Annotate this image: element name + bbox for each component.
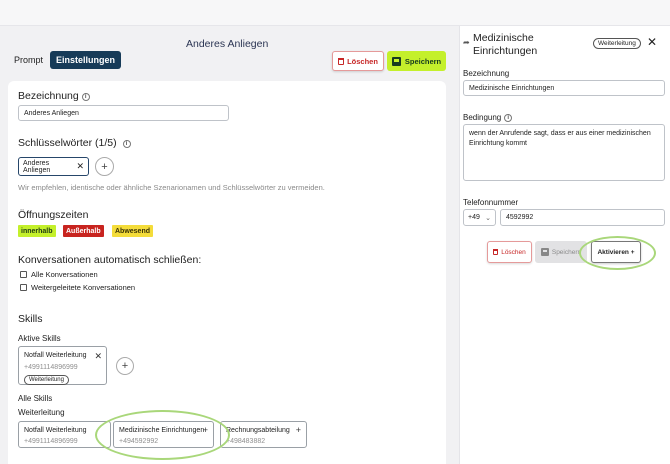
skill-phone: +4991114896999	[24, 364, 78, 371]
bezeichnung-heading: Bezeichnung i	[18, 90, 90, 102]
checkbox[interactable]	[20, 284, 27, 291]
country-code-value: +49	[468, 214, 480, 221]
info-icon[interactable]: i	[504, 114, 513, 122]
active-skill-card[interactable]: Notfall Weiterleitung ✕ +4991114896999 W…	[18, 346, 107, 385]
panel-bedingung-textarea[interactable]: wenn der Anrufende sagt, dass er aus ein…	[463, 124, 665, 181]
trash-icon	[338, 57, 345, 65]
checkbox-weitergeleitete-konversationen[interactable]: Weitergeleitete Konversationen	[20, 283, 135, 292]
add-skill-button[interactable]: +	[116, 357, 134, 375]
tab-bar: Prompt Einstellungen	[14, 51, 122, 69]
badge-innerhalb[interactable]: innerhalb	[18, 225, 56, 237]
checkbox-label: Weitergeleitete Konversationen	[31, 283, 136, 292]
plus-icon: +	[101, 160, 108, 173]
page-title: Anderes Anliegen	[186, 38, 269, 50]
panel-type-badge: Weiterleitung	[593, 38, 641, 49]
tab-einstellungen[interactable]: Einstellungen	[50, 51, 122, 69]
skills-label: Skills	[18, 313, 43, 325]
keywords-label: Schlüsselwörter (1/5)	[18, 137, 117, 149]
bezeichnung-label: Bezeichnung	[18, 90, 79, 102]
save-button-label: Speichern	[404, 56, 442, 66]
checkbox-label: Alle Konversationen	[31, 270, 98, 279]
skill-phone: +4991114896999	[24, 438, 78, 445]
close-icon[interactable]: ✕	[94, 351, 102, 362]
badge-abwesend[interactable]: Abwesend	[112, 225, 154, 237]
panel-bezeichnung-input[interactable]: Medizinische Einrichtungen	[463, 80, 665, 96]
close-icon[interactable]: ✕	[76, 161, 84, 172]
phone-input[interactable]: 4592992	[500, 209, 665, 226]
badge-ausserhalb[interactable]: Außerhalb	[63, 225, 104, 237]
panel-bedingung-label: Bedingung	[463, 113, 502, 122]
info-icon[interactable]: i	[81, 93, 90, 101]
plus-icon[interactable]: +	[296, 425, 301, 435]
save-icon	[391, 56, 401, 66]
save-button[interactable]: Speichern	[387, 51, 446, 71]
auto-close-label: Konversationen automatisch schließen:	[18, 254, 202, 266]
skill-tag: Weiterleitung	[24, 375, 69, 385]
keywords-hint: Wir empfehlen, identische oder ähnliche …	[18, 183, 325, 192]
panel-save-label: Speichern	[551, 248, 582, 256]
plus-icon: +	[121, 360, 129, 372]
skill-name: Rechnungsabteilung	[226, 427, 290, 434]
skill-name: Notfall Weiterleitung	[24, 427, 87, 434]
add-keyword-button[interactable]: +	[95, 157, 114, 176]
checkbox-alle-konversationen[interactable]: Alle Konversationen	[20, 270, 98, 279]
panel-bedingung-heading: Bedingung i	[463, 113, 513, 122]
active-skills-label: Aktive Skills	[18, 334, 61, 343]
delete-button-label: Löschen	[347, 56, 378, 66]
forward-arrow-icon: ➦	[463, 38, 470, 47]
opening-hours-label: Öffnungszeiten	[18, 209, 89, 221]
panel-bezeichnung-label: Bezeichnung	[463, 69, 510, 78]
tab-prompt[interactable]: Prompt	[14, 55, 43, 65]
keywords-heading: Schlüsselwörter (1/5) i	[18, 137, 131, 149]
checkbox[interactable]	[20, 271, 27, 278]
panel-delete-button[interactable]: Löschen	[487, 241, 532, 263]
panel-title: Medizinische Einrichtungen	[473, 32, 538, 57]
save-icon	[540, 248, 549, 256]
all-skills-label: Alle Skills	[18, 394, 53, 403]
skill-card[interactable]: Rechnungsabteilung + +498483882	[220, 421, 307, 448]
info-icon[interactable]: i	[122, 140, 131, 148]
skill-group-label: Weiterleitung	[18, 408, 65, 417]
top-bar	[0, 0, 670, 26]
chevron-down-icon: ⌄	[485, 214, 491, 222]
bezeichnung-input[interactable]: Anderes Anliegen	[18, 105, 229, 121]
keyword-chip-label: Anderes Anliegen	[23, 159, 51, 174]
highlight-ring	[579, 236, 656, 270]
skill-phone: +498483882	[226, 438, 266, 445]
keyword-chip[interactable]: Anderes Anliegen ✕	[18, 157, 89, 176]
panel-phone-label: Telefonnummer	[463, 198, 519, 207]
country-code-select[interactable]: +49 ⌄	[463, 209, 496, 226]
trash-icon	[493, 249, 499, 255]
skill-name: Notfall Weiterleitung	[24, 352, 87, 359]
highlight-ring	[95, 410, 230, 460]
panel-delete-label: Löschen	[501, 248, 526, 256]
delete-button[interactable]: Löschen	[332, 51, 384, 71]
close-icon[interactable]: ✕	[647, 35, 657, 49]
